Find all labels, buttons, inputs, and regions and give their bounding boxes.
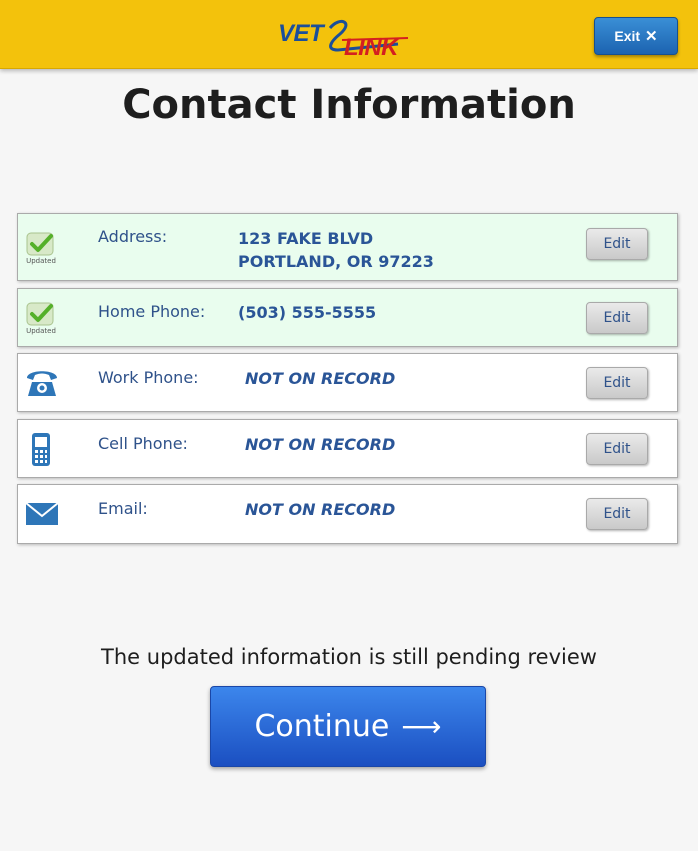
cell-phone-icon	[30, 432, 64, 468]
updated-check-icon: Updated	[23, 230, 59, 266]
continue-button[interactable]: Continue ⟶	[210, 686, 486, 767]
page-title: Contact Information	[122, 82, 576, 128]
email-value: NOT ON RECORD	[245, 500, 396, 519]
edit-address-button[interactable]: Edit	[586, 228, 648, 260]
logo-vet-text: VET	[278, 20, 324, 47]
exit-button-label: Exit	[614, 28, 641, 44]
work-phone-label: Work Phone:	[98, 368, 199, 387]
pending-review-message: The updated information is still pending…	[101, 645, 597, 669]
address-line-1: 123 FAKE BLVD	[238, 229, 374, 248]
home-phone-label: Home Phone:	[98, 302, 206, 321]
home-phone-value: (503) 555-5555	[238, 303, 377, 322]
updated-status-text: Updated	[26, 257, 56, 265]
updated-check-icon: Updated	[23, 300, 59, 336]
cell-phone-label: Cell Phone:	[98, 434, 188, 453]
address-line-2: PORTLAND, OR 97223	[238, 252, 434, 271]
continue-button-label: Continue	[254, 709, 390, 744]
close-icon: ✕	[645, 28, 658, 45]
arrow-right-icon: ⟶	[401, 710, 442, 743]
exit-button[interactable]: Exit ✕	[594, 17, 678, 55]
contact-row-email: Email: NOT ON RECORD Edit	[17, 484, 678, 544]
top-bar: VET LINK Exit ✕	[0, 0, 698, 69]
edit-home-phone-button[interactable]: Edit	[586, 302, 648, 334]
work-phone-value: NOT ON RECORD	[245, 369, 396, 388]
envelope-icon	[24, 501, 59, 537]
edit-email-button[interactable]: Edit	[586, 498, 648, 530]
contact-row-cell-phone: Cell Phone: NOT ON RECORD Edit	[17, 419, 678, 478]
contact-row-home-phone: Updated Home Phone: (503) 555-5555 Edit	[17, 288, 678, 347]
contact-row-address: Updated Address: 123 FAKE BLVD PORTLAND,…	[17, 213, 678, 281]
address-value: 123 FAKE BLVD PORTLAND, OR 97223	[238, 227, 434, 273]
updated-status-text: Updated	[26, 327, 56, 335]
logo-link-text: LINK	[344, 34, 399, 61]
telephone-icon	[24, 366, 58, 402]
edit-work-phone-button[interactable]: Edit	[586, 367, 648, 399]
edit-cell-phone-button[interactable]: Edit	[586, 433, 648, 465]
vetlink-logo: VET LINK	[278, 14, 418, 62]
contact-row-work-phone: Work Phone: NOT ON RECORD Edit	[17, 353, 678, 412]
email-label: Email:	[98, 499, 148, 518]
address-label: Address:	[98, 227, 168, 246]
cell-phone-value: NOT ON RECORD	[245, 435, 396, 454]
